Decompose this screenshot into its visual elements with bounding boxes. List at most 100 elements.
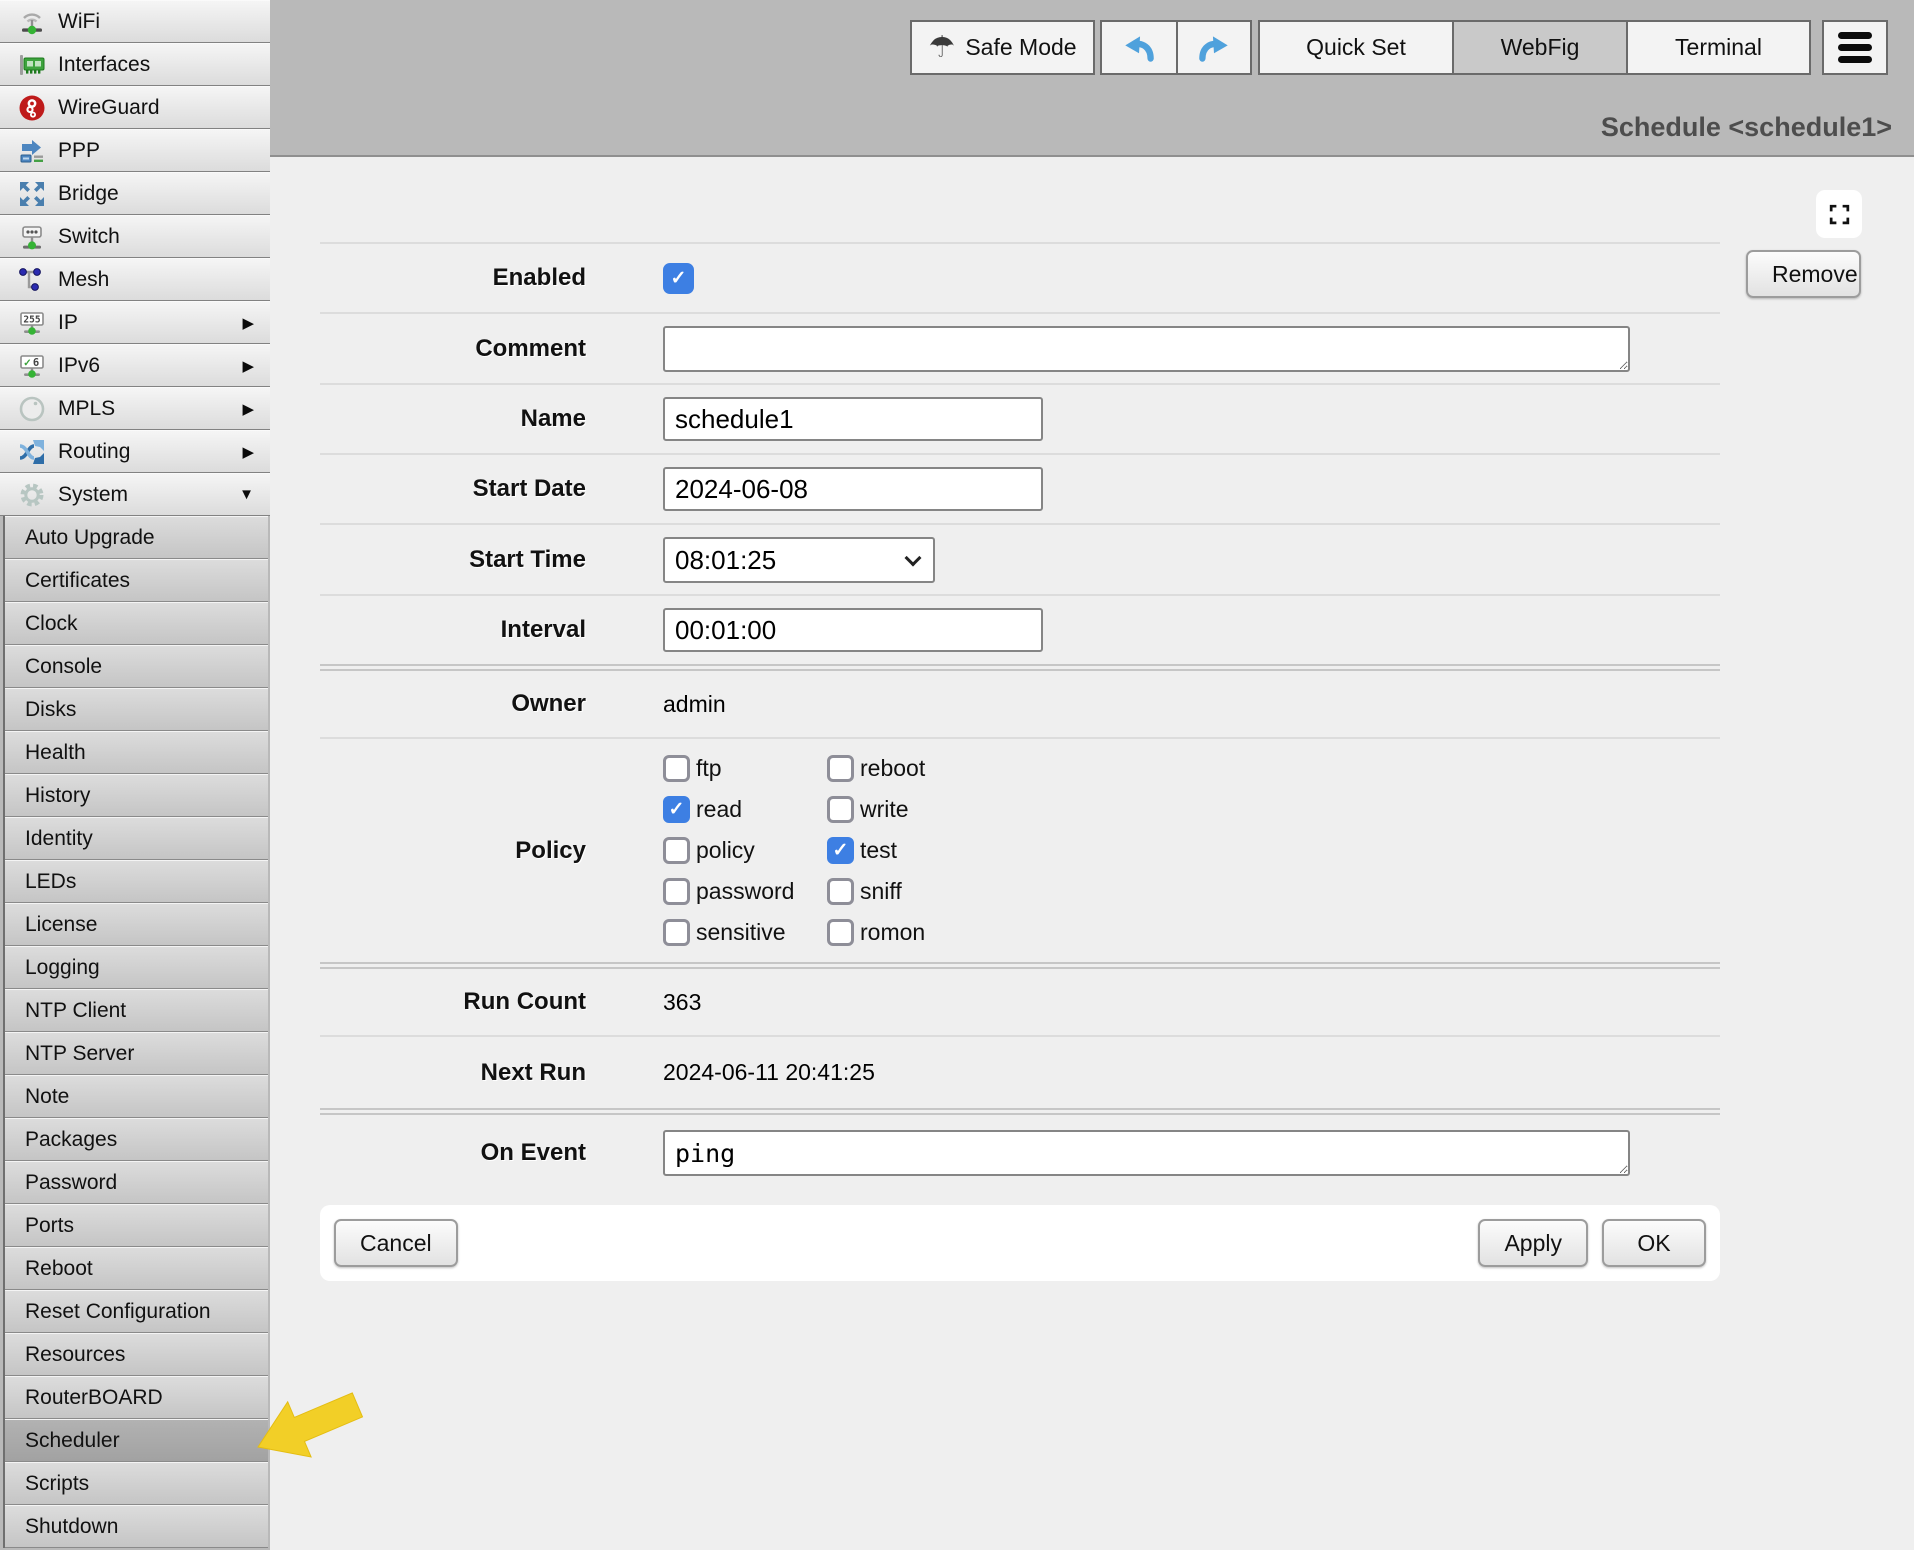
on-event-input[interactable]: ping [663,1130,1630,1176]
view-tabs: Quick Set WebFig Terminal [1258,20,1811,75]
sidebar-item-mpls[interactable]: MPLS ▶ [0,387,270,430]
tab-quick-set[interactable]: Quick Set [1260,22,1452,73]
sidebar-item-wireguard[interactable]: WireGuard [0,86,270,129]
check-icon: ✓ [669,800,685,819]
sidebar-subitem-label: Packages [25,1128,117,1152]
sidebar-subitem-packages[interactable]: Packages [5,1118,268,1161]
next-run-value: 2024-06-11 20:41:25 [663,1059,875,1086]
sidebar-subitem-label: License [25,913,97,937]
sidebar-item-bridge[interactable]: Bridge [0,172,270,215]
sidebar-item-mesh[interactable]: Mesh [0,258,270,301]
sidebar-item-label: Routing [58,440,130,464]
name-input[interactable] [663,397,1043,441]
cancel-button[interactable]: Cancel [334,1219,458,1267]
policy-checkbox-read[interactable]: ✓ [663,796,690,823]
sidebar-subitem-auto-upgrade[interactable]: Auto Upgrade [5,516,268,559]
svg-text:✓: ✓ [23,358,31,369]
policy-checkbox-test[interactable]: ✓ [827,837,854,864]
policy-checkbox-ftp[interactable]: ✓ [663,755,690,782]
policy-option-label: romon [860,919,925,946]
policy-checkbox-sniff[interactable]: ✓ [827,878,854,905]
sidebar-subitem-disks[interactable]: Disks [5,688,268,731]
safe-mode-button[interactable]: ☂ Safe Mode [910,20,1095,75]
start-time-select[interactable]: 08:01:25 [663,537,935,583]
sidebar-subitem-ports[interactable]: Ports [5,1204,268,1247]
policy-option-label: test [860,837,897,864]
interval-input[interactable] [663,608,1043,652]
sidebar-subitem-ntp-server[interactable]: NTP Server [5,1032,268,1075]
sidebar-subitem-ntp-client[interactable]: NTP Client [5,989,268,1032]
policy-checkbox-sensitive[interactable]: ✓ [663,919,690,946]
sidebar-subitem-license[interactable]: License [5,903,268,946]
sidebar-item-ppp[interactable]: PPP [0,129,270,172]
sidebar-item-label: PPP [58,139,100,163]
sidebar-item-system[interactable]: System ▼ [0,473,270,516]
sidebar-subitem-history[interactable]: History [5,774,268,817]
expand-arrow-icon: ▶ [242,314,254,332]
expand-arrow-icon: ▶ [242,357,254,375]
sidebar-subitem-label: Scripts [25,1472,89,1496]
sidebar-item-ipv6[interactable]: ✓6 IPv6 ▶ [0,344,270,387]
policy-option-label: sensitive [696,919,785,946]
start-date-input[interactable] [663,467,1043,511]
start-date-row: Start Date [320,453,1720,523]
policy-checkbox-romon[interactable]: ✓ [827,919,854,946]
sidebar-subitem-console[interactable]: Console [5,645,268,688]
enabled-checkbox[interactable]: ✓ [663,263,694,294]
policy-option-label: ftp [696,755,722,782]
fullscreen-button[interactable] [1816,190,1862,238]
sidebar-subitem-note[interactable]: Note [5,1075,268,1118]
highlight-arrow [252,1392,372,1462]
sidebar-subitem-reboot[interactable]: Reboot [5,1247,268,1290]
ppp-icon [16,135,48,167]
tab-webfig[interactable]: WebFig [1452,22,1626,73]
sidebar-item-wifi[interactable]: WiFi [0,0,270,43]
expand-arrow-icon: ▶ [242,443,254,461]
sidebar-subitem-label: Shutdown [25,1515,118,1539]
sidebar: WiFi Interfaces WireGuard PPP Bridge Swi… [0,0,270,1550]
sidebar-subitem-resources[interactable]: Resources [5,1333,268,1376]
sidebar-subitem-scheduler[interactable]: Scheduler [5,1419,268,1462]
remove-button[interactable]: Remove [1746,250,1861,298]
policy-checkbox-write[interactable]: ✓ [827,796,854,823]
apply-button[interactable]: Apply [1478,1219,1588,1267]
start-date-label: Start Date [320,475,586,503]
comment-label: Comment [320,335,586,363]
sidebar-subitem-shutdown[interactable]: Shutdown [5,1505,268,1548]
sidebar-subitem-password[interactable]: Password [5,1161,268,1204]
wifi-icon [16,6,48,38]
sidebar-subitem-logging[interactable]: Logging [5,946,268,989]
sidebar-subitem-health[interactable]: Health [5,731,268,774]
form-action-bar: Cancel Apply OK [320,1205,1720,1281]
policy-row: Policy ✓ ftp ✓ reboot ✓ read ✓ write ✓ p… [320,737,1720,962]
policy-checkbox-policy[interactable]: ✓ [663,837,690,864]
sidebar-item-label: WireGuard [58,96,160,120]
sidebar-item-switch[interactable]: Switch [0,215,270,258]
run-count-label: Run Count [320,988,586,1016]
sidebar-subitem-label: Clock [25,612,78,636]
sidebar-subitem-label: Identity [25,827,93,851]
comment-input[interactable] [663,326,1630,372]
sidebar-subitem-clock[interactable]: Clock [5,602,268,645]
sidebar-subitem-scripts[interactable]: Scripts [5,1462,268,1505]
ok-button[interactable]: OK [1602,1219,1706,1267]
sidebar-subitem-label: Logging [25,956,100,980]
sidebar-subitem-identity[interactable]: Identity [5,817,268,860]
sidebar-subitem-certificates[interactable]: Certificates [5,559,268,602]
tab-terminal[interactable]: Terminal [1626,22,1809,73]
sidebar-subitem-label: Health [25,741,86,765]
redo-button[interactable] [1176,22,1250,73]
hamburger-menu-button[interactable] [1822,20,1888,75]
sidebar-item-ip[interactable]: 255 IP ▶ [0,301,270,344]
policy-checkbox-password[interactable]: ✓ [663,878,690,905]
sidebar-item-routing[interactable]: Routing ▶ [0,430,270,473]
sidebar-subitem-routerboard[interactable]: RouterBOARD [5,1376,268,1419]
sidebar-subitem-leds[interactable]: LEDs [5,860,268,903]
sidebar-item-label: IP [58,311,78,335]
sidebar-item-interfaces[interactable]: Interfaces [0,43,270,86]
sidebar-subitem-reset-configuration[interactable]: Reset Configuration [5,1290,268,1333]
safe-mode-label: Safe Mode [965,34,1076,61]
policy-checkbox-reboot[interactable]: ✓ [827,755,854,782]
fullscreen-brackets-icon [1827,202,1852,227]
undo-button[interactable] [1102,22,1176,73]
